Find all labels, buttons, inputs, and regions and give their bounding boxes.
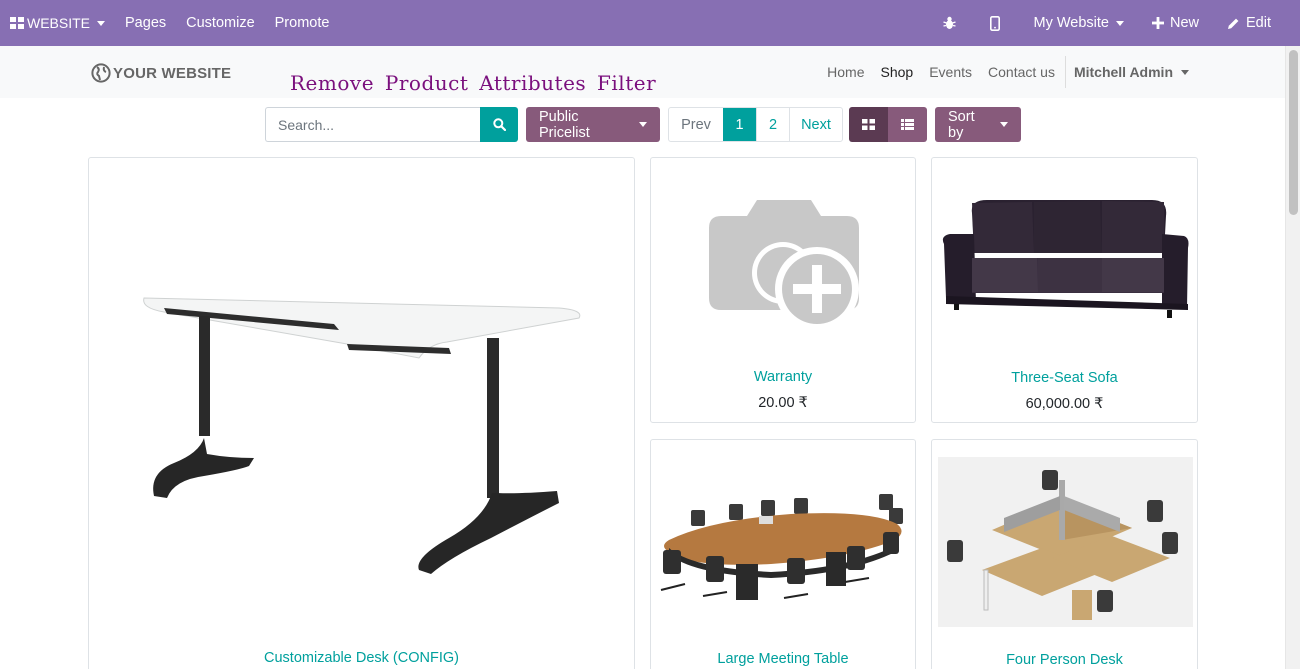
chevron-down-icon (1000, 122, 1008, 127)
product-price: 60,000.00 ₹ (1025, 396, 1104, 412)
product-image-meeting-table (660, 494, 903, 600)
logo-text: YOUR WEBSITE (113, 64, 232, 82)
product-image-sofa (942, 200, 1189, 318)
pager: Prev 1 2 Next (668, 107, 843, 142)
list-view-button[interactable] (888, 107, 927, 142)
chevron-down-icon (1181, 69, 1189, 75)
menu-pages[interactable]: Pages (115, 0, 176, 46)
product-card-large-meeting-table[interactable]: Large Meeting Table (650, 439, 916, 669)
globe-icon (91, 63, 111, 83)
scrollbar-thumb[interactable] (1289, 50, 1298, 215)
page-title: Remove Product Attributes Filter (290, 71, 657, 95)
product-name[interactable]: Three-Seat Sofa (932, 370, 1197, 386)
sort-dropdown[interactable]: Sort by (935, 107, 1021, 142)
user-menu[interactable]: Mitchell Admin (1064, 56, 1189, 88)
product-card-three-seat-sofa[interactable]: Three-Seat Sofa 60,000.00 ₹ (931, 157, 1198, 423)
website-header: YOUR WEBSITE Remove Product Attributes F… (0, 46, 1285, 98)
debug-button[interactable] (929, 0, 976, 46)
chevron-down-icon (639, 122, 647, 127)
edit-label: Edit (1246, 15, 1271, 31)
mobile-icon (989, 15, 1000, 31)
main-nav: Home Shop Events Contact us Mitchell Adm… (819, 46, 1189, 98)
chevron-down-icon (1115, 20, 1124, 26)
brand-label: WEBSITE (27, 15, 91, 31)
edit-button[interactable]: Edit (1213, 0, 1285, 46)
search-button[interactable] (480, 107, 518, 142)
product-image-desk (143, 297, 581, 574)
pager-prev[interactable]: Prev (669, 108, 723, 141)
nav-events[interactable]: Events (921, 64, 980, 80)
list-icon (901, 119, 914, 130)
menu-customize[interactable]: Customize (176, 0, 265, 46)
search-icon (492, 118, 506, 131)
apps-menu-button[interactable]: WEBSITE (0, 0, 115, 46)
plus-icon (1151, 17, 1164, 29)
product-name[interactable]: Large Meeting Table (651, 651, 915, 667)
pricelist-label: Public Pricelist (539, 108, 590, 141)
product-search (265, 107, 518, 142)
image-placeholder-icon (709, 200, 859, 331)
pencil-icon (1228, 18, 1239, 29)
page-scrollbar[interactable] (1285, 46, 1300, 669)
product-name[interactable]: Customizable Desk (CONFIG) (89, 650, 634, 666)
sort-label: Sort by (948, 108, 975, 141)
pager-next[interactable]: Next (789, 108, 842, 141)
mobile-preview-button[interactable] (976, 0, 1020, 46)
apps-grid-icon (10, 17, 24, 29)
search-input[interactable] (265, 107, 480, 142)
view-toggle (849, 107, 927, 142)
bug-icon (942, 16, 956, 29)
menu-promote[interactable]: Promote (265, 0, 340, 46)
grid-icon (862, 119, 875, 130)
new-button[interactable]: New (1138, 0, 1213, 46)
site-logo[interactable]: YOUR WEBSITE (91, 63, 231, 83)
pager-page-2[interactable]: 2 (756, 108, 789, 141)
product-card-customizable-desk[interactable]: Customizable Desk (CONFIG) (88, 157, 635, 669)
product-name[interactable]: Four Person Desk (932, 652, 1197, 668)
chevron-down-icon (97, 20, 106, 26)
nav-contact-us[interactable]: Contact us (980, 64, 1063, 80)
new-label: New (1169, 15, 1199, 31)
product-card-warranty[interactable]: Warranty 20.00 ₹ (650, 157, 916, 423)
product-name[interactable]: Warranty (651, 369, 915, 385)
product-card-four-person-desk[interactable]: Four Person Desk (931, 439, 1198, 669)
website-switcher[interactable]: My Website (1020, 0, 1138, 46)
website-switcher-label: My Website (1033, 15, 1109, 31)
admin-top-bar: WEBSITE Pages Customize Promote My Websi… (0, 0, 1300, 46)
pager-page-1[interactable]: 1 (723, 108, 756, 141)
nav-home[interactable]: Home (819, 64, 872, 80)
grid-view-button[interactable] (849, 107, 888, 142)
user-name: Mitchell Admin (1073, 64, 1173, 80)
pricelist-dropdown[interactable]: Public Pricelist (526, 107, 660, 142)
product-price: 20.00 ₹ (758, 395, 808, 411)
product-image-four-person-desk (938, 457, 1193, 627)
nav-shop[interactable]: Shop (873, 64, 922, 80)
